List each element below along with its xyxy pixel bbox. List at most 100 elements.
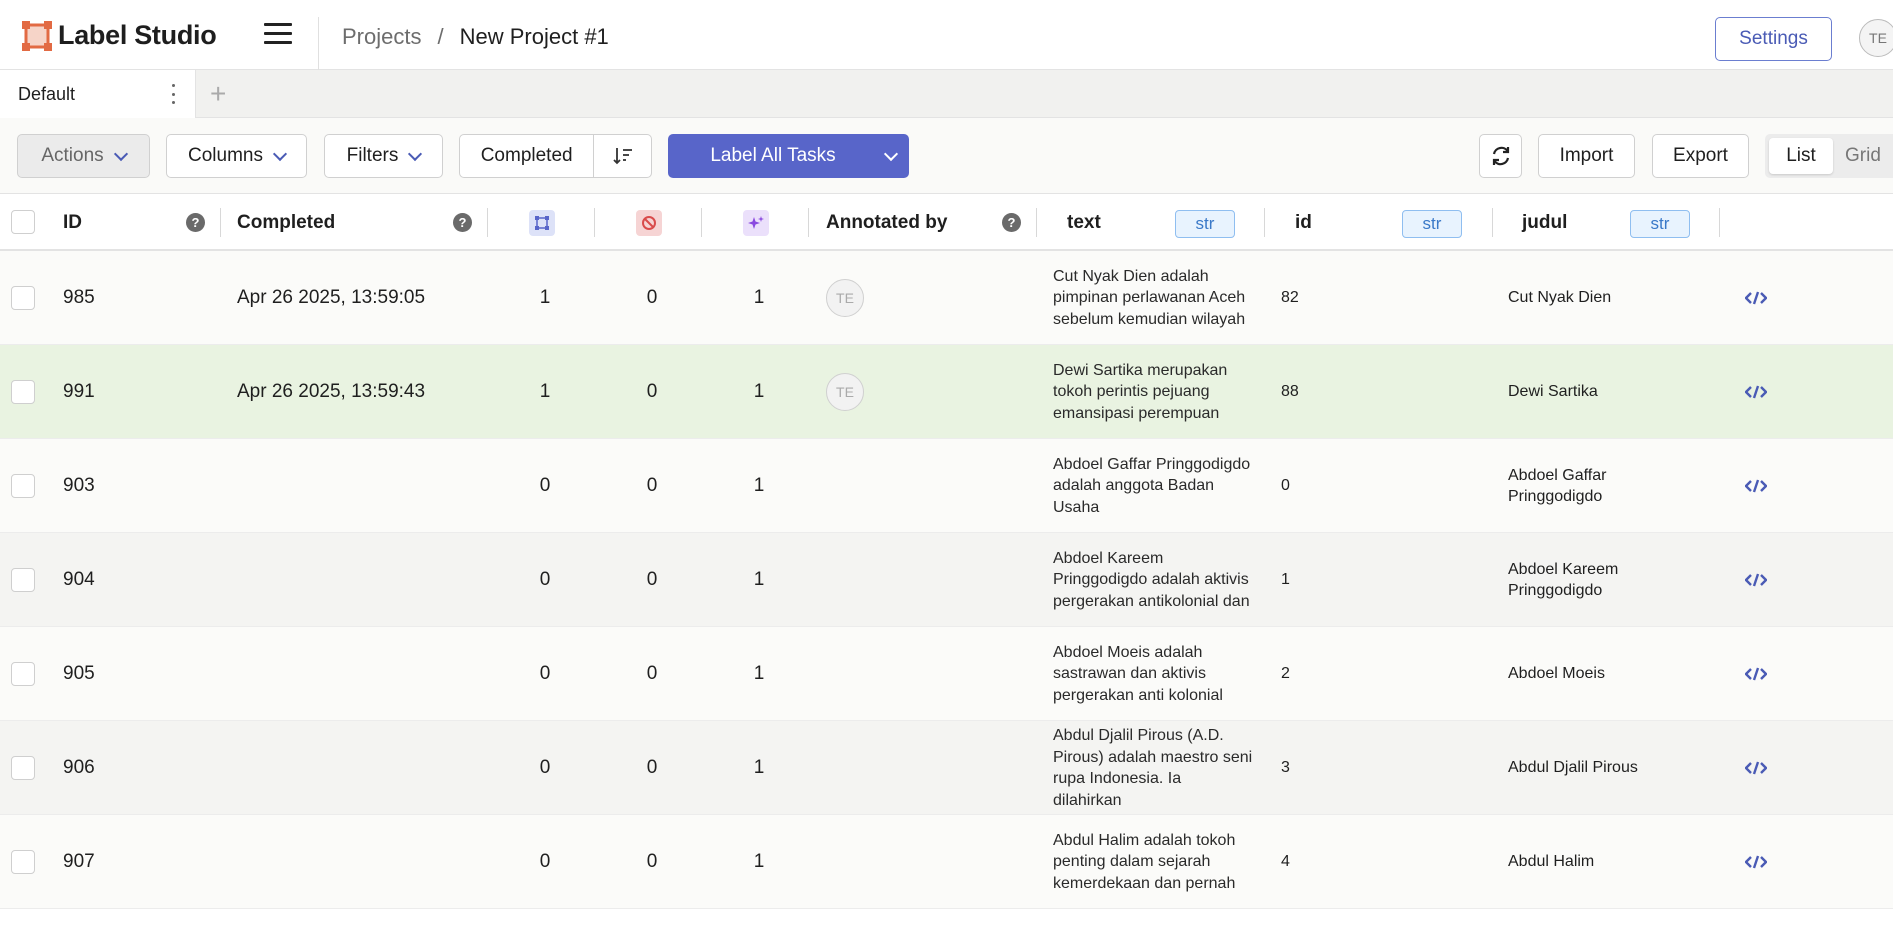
text-value: Abdoel Moeis adalah sastrawan dan aktivi… bbox=[1053, 643, 1223, 704]
list-view-button[interactable]: List bbox=[1769, 138, 1833, 174]
cancelled-count: 0 bbox=[646, 851, 658, 872]
data-manager-toolbar: Actions Columns Filters Completed Label … bbox=[0, 118, 1893, 194]
code-view-icon[interactable] bbox=[1745, 627, 1767, 721]
cancelled-count: 0 bbox=[646, 287, 658, 308]
user-avatar[interactable]: TE bbox=[1859, 19, 1893, 57]
table-row[interactable]: 904 0 0 1 Abdoel Kareem Pringgodigdo adalah … bbox=[0, 533, 1893, 627]
export-button[interactable]: Export bbox=[1652, 134, 1749, 178]
help-icon[interactable]: ? bbox=[453, 213, 472, 232]
tab-default[interactable]: Default bbox=[0, 70, 196, 118]
column-header-judul[interactable]: judul bbox=[1522, 194, 1567, 251]
code-view-icon[interactable] bbox=[1745, 815, 1767, 909]
row-checkbox[interactable] bbox=[11, 568, 35, 592]
predictions-count: 1 bbox=[753, 475, 765, 496]
cancelled-count-icon[interactable] bbox=[636, 210, 662, 236]
table-row[interactable]: 907 0 0 1 Abdul Halim adalah tokoh penting d… bbox=[0, 815, 1893, 909]
type-badge: str bbox=[1630, 210, 1690, 238]
cancelled-count: 0 bbox=[646, 663, 658, 684]
judul-value: Abdul Djalil Pirous bbox=[1508, 759, 1638, 777]
help-icon[interactable]: ? bbox=[1002, 213, 1021, 232]
import-button[interactable]: Import bbox=[1538, 134, 1635, 178]
table-row[interactable]: 985 Apr 26 2025, 13:59:05 1 0 1 TE Cut Nyak Di… bbox=[0, 251, 1893, 345]
task-id: 991 bbox=[63, 381, 95, 402]
predictions-count-icon[interactable] bbox=[743, 210, 769, 236]
table-header: ID ? Completed ? Annotated by ? text str… bbox=[0, 194, 1893, 251]
breadcrumb: Projects / New Project #1 bbox=[342, 24, 609, 50]
view-tabs: Default + bbox=[0, 70, 1893, 118]
annotations-count: 0 bbox=[539, 475, 551, 496]
id-value: 4 bbox=[1281, 853, 1290, 870]
predictions-count: 1 bbox=[753, 569, 765, 590]
judul-value: Dewi Sartika bbox=[1508, 383, 1598, 401]
row-checkbox[interactable] bbox=[11, 286, 35, 310]
column-header-id-field[interactable]: id bbox=[1295, 194, 1312, 251]
column-header-annotated-by[interactable]: Annotated by bbox=[826, 194, 947, 251]
task-id: 906 bbox=[63, 757, 95, 778]
code-view-icon[interactable] bbox=[1745, 721, 1767, 815]
table-row[interactable]: 905 0 0 1 Abdoel Moeis adalah sastrawan dan … bbox=[0, 627, 1893, 721]
table-row[interactable]: 991 Apr 26 2025, 13:59:43 1 0 1 TE Dewi Sartik… bbox=[0, 345, 1893, 439]
sort-order-icon[interactable] bbox=[594, 146, 651, 166]
table-row[interactable]: 903 0 0 1 Abdoel Gaffar Pringgodigdo adalah … bbox=[0, 439, 1893, 533]
annotations-count: 0 bbox=[539, 757, 551, 778]
id-value: 0 bbox=[1281, 477, 1290, 494]
refresh-icon bbox=[1492, 146, 1509, 166]
table-row[interactable]: 906 0 0 1 Abdul Djalil Pirous (A.D. Pirous) … bbox=[0, 721, 1893, 815]
code-view-icon[interactable] bbox=[1745, 345, 1767, 439]
judul-value: Abdul Halim bbox=[1508, 853, 1595, 871]
code-view-icon[interactable] bbox=[1745, 251, 1767, 345]
annotations-count: 0 bbox=[539, 663, 551, 684]
judul-value: Cut Nyak Dien bbox=[1508, 289, 1612, 307]
row-checkbox[interactable] bbox=[11, 756, 35, 780]
grid-view-button[interactable]: Grid bbox=[1845, 138, 1881, 174]
predictions-count: 1 bbox=[753, 757, 765, 778]
id-value: 82 bbox=[1281, 289, 1299, 306]
row-checkbox[interactable] bbox=[11, 850, 35, 874]
row-checkbox[interactable] bbox=[11, 474, 35, 498]
id-value: 3 bbox=[1281, 759, 1290, 776]
row-checkbox[interactable] bbox=[11, 662, 35, 686]
header-divider bbox=[318, 17, 319, 70]
task-id: 985 bbox=[63, 287, 95, 308]
text-value: Abdoel Kareem Pringgodigdo adalah aktivi… bbox=[1053, 549, 1250, 610]
cancelled-count: 0 bbox=[646, 381, 658, 402]
filters-label: Filters bbox=[346, 145, 399, 166]
order-by-button[interactable]: Completed bbox=[459, 134, 652, 178]
code-view-icon[interactable] bbox=[1745, 439, 1767, 533]
app-header: Label Studio Projects / New Project #1 S… bbox=[0, 0, 1893, 70]
column-header-completed[interactable]: Completed bbox=[237, 194, 335, 251]
menu-icon[interactable] bbox=[264, 23, 292, 47]
add-tab-icon[interactable]: + bbox=[210, 78, 226, 110]
annotations-count: 1 bbox=[539, 381, 551, 402]
id-value: 88 bbox=[1281, 383, 1299, 400]
annotator-avatar: TE bbox=[826, 279, 864, 317]
refresh-button[interactable] bbox=[1479, 134, 1522, 178]
code-view-icon[interactable] bbox=[1745, 533, 1767, 627]
text-value: Abdoel Gaffar Pringgodigdo adalah anggot… bbox=[1053, 455, 1251, 516]
tab-options-icon[interactable] bbox=[168, 84, 178, 104]
column-header-text[interactable]: text bbox=[1067, 194, 1101, 251]
app-logo[interactable]: Label Studio bbox=[22, 20, 217, 51]
task-id: 903 bbox=[63, 475, 95, 496]
settings-button[interactable]: Settings bbox=[1715, 17, 1832, 61]
chevron-down-icon[interactable] bbox=[883, 146, 899, 161]
text-value: Dewi Sartika merupakan tokoh perintis pe… bbox=[1053, 361, 1228, 422]
judul-value: Abdoel Moeis bbox=[1508, 665, 1605, 683]
annotations-count-icon[interactable] bbox=[529, 210, 555, 236]
row-checkbox[interactable] bbox=[11, 380, 35, 404]
cancelled-count: 0 bbox=[646, 757, 658, 778]
filters-button[interactable]: Filters bbox=[324, 134, 443, 178]
annotator-avatar: TE bbox=[826, 373, 864, 411]
actions-button[interactable]: Actions bbox=[17, 134, 150, 178]
label-all-tasks-button[interactable]: Label All Tasks bbox=[668, 134, 909, 178]
select-all-checkbox[interactable] bbox=[11, 210, 35, 234]
help-icon[interactable]: ? bbox=[186, 213, 205, 232]
actions-label: Actions bbox=[41, 145, 104, 166]
id-value: 2 bbox=[1281, 665, 1290, 682]
column-header-id[interactable]: ID bbox=[63, 194, 82, 251]
breadcrumb-projects[interactable]: Projects bbox=[342, 24, 421, 50]
judul-value: Abdoel Gaffar Pringgodigdo bbox=[1508, 466, 1607, 506]
columns-button[interactable]: Columns bbox=[166, 134, 307, 178]
app-name: Label Studio bbox=[58, 20, 217, 50]
annotations-count: 1 bbox=[539, 287, 551, 308]
